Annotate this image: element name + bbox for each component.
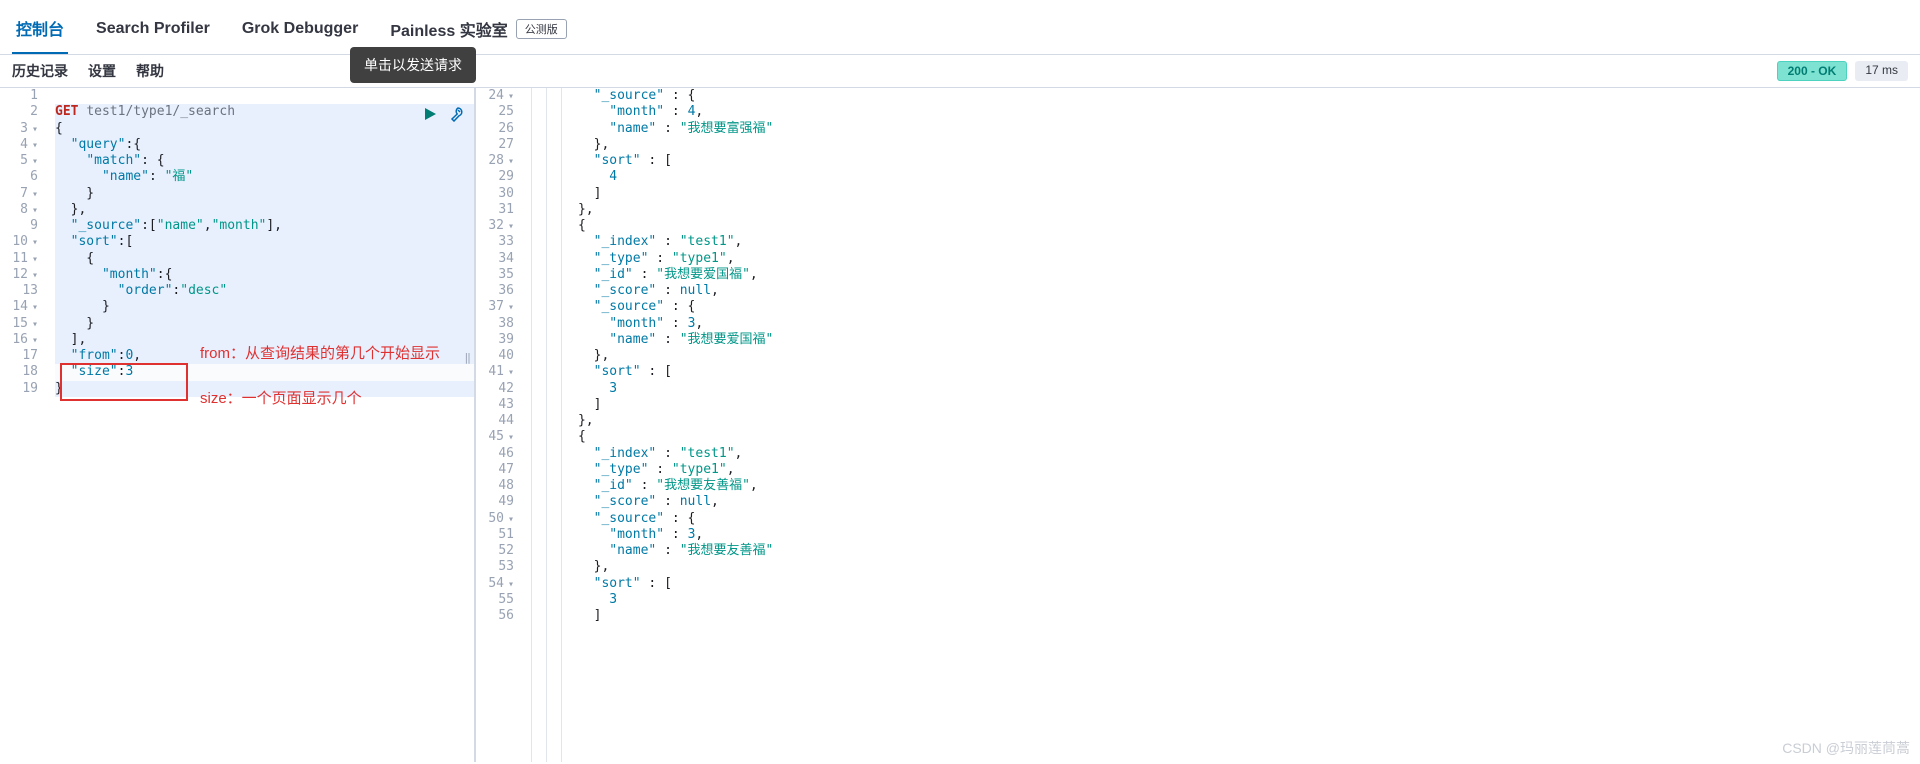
timing-badge: 17 ms xyxy=(1855,61,1908,81)
response-viewer[interactable]: 24▾25262728▾29303132▾3334353637▾38394041… xyxy=(475,88,1920,762)
tab-grok-debugger[interactable]: Grok Debugger xyxy=(238,12,362,50)
link-help[interactable]: 帮助 xyxy=(136,61,164,81)
play-icon[interactable] xyxy=(422,106,438,122)
top-tabs: 控制台 Search Profiler Grok Debugger Painle… xyxy=(0,0,1920,55)
send-request-tooltip: 单击以发送请求 xyxy=(350,47,476,83)
wrench-icon[interactable] xyxy=(448,106,464,122)
tab-painless-lab-label: Painless 实验室 xyxy=(390,17,507,41)
link-history[interactable]: 历史记录 xyxy=(12,61,68,81)
beta-badge: 公测版 xyxy=(516,19,567,39)
sub-bar: 历史记录 设置 帮助 单击以发送请求 200 - OK 17 ms xyxy=(0,55,1920,88)
request-editor[interactable]: 123▾4▾5▾67▾8▾910▾11▾12▾1314▾15▾16▾171819… xyxy=(0,88,475,762)
tab-console[interactable]: 控制台 xyxy=(12,8,68,54)
watermark: CSDN @玛丽莲茼蒿 xyxy=(1782,738,1910,758)
status-badge: 200 - OK xyxy=(1777,61,1848,81)
tab-search-profiler[interactable]: Search Profiler xyxy=(92,12,214,50)
link-settings[interactable]: 设置 xyxy=(88,61,116,81)
